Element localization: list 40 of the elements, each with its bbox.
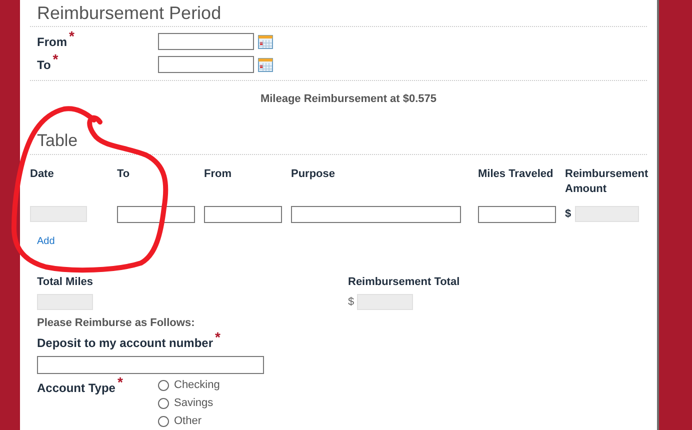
field-label: Account Type — [37, 380, 116, 397]
column-header: Purpose — [291, 166, 336, 182]
total-field — [37, 294, 93, 310]
total-label: Total Miles — [37, 274, 94, 290]
field-label: To — [37, 56, 51, 74]
calendar-icon[interactable] — [258, 34, 273, 49]
radio-button[interactable] — [158, 398, 169, 409]
required-mark: * — [117, 375, 123, 389]
required-mark: * — [52, 52, 58, 66]
radio-button[interactable] — [158, 416, 169, 427]
radio-label: Other — [174, 414, 202, 430]
currency-symbol: $ — [565, 206, 572, 222]
required-mark: * — [69, 28, 74, 42]
column-header: From — [204, 166, 232, 182]
currency-symbol: $ — [348, 295, 354, 310]
radio-label: Checking — [174, 378, 220, 394]
table-input[interactable] — [117, 206, 195, 222]
date-field[interactable] — [158, 56, 254, 73]
table-input[interactable] — [291, 206, 461, 222]
rate-note: Mileage Reimbursement at $0.575 — [260, 92, 437, 107]
account-number-field[interactable] — [37, 356, 264, 374]
table-input[interactable] — [478, 206, 556, 222]
calendar-icon[interactable] — [258, 57, 273, 72]
field-label: From — [37, 34, 67, 50]
payment-heading: Please Reimburse as Follows: — [37, 316, 196, 330]
required-mark: * — [215, 330, 220, 344]
column-header: Miles Traveled — [478, 166, 554, 182]
section-title: Table — [36, 130, 79, 152]
add-link[interactable]: Add — [37, 236, 55, 246]
radio-button[interactable] — [158, 380, 169, 391]
radio-label: Savings — [174, 396, 214, 412]
column-header: Date — [30, 166, 55, 182]
column-header: To — [117, 166, 131, 182]
total-label: Reimbursement Total — [348, 274, 460, 290]
field-label: Deposit to my account number — [37, 335, 214, 352]
total-field — [357, 294, 414, 310]
column-header: Reimbursement Amount — [565, 166, 650, 196]
date-field[interactable] — [158, 33, 254, 50]
section-title: Reimbursement Period — [36, 2, 222, 24]
table-input[interactable] — [204, 206, 282, 222]
